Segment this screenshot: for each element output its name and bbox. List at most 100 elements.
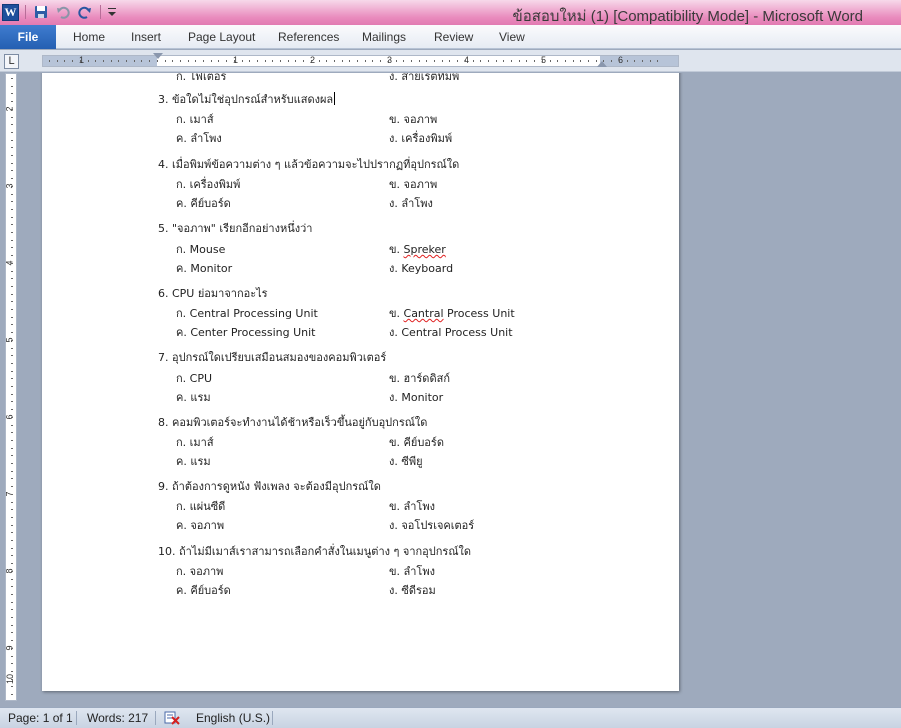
ruler-tick	[11, 663, 13, 665]
option-text: ง. ซีดีรอม	[389, 584, 436, 597]
ruler-tick	[11, 393, 13, 395]
ruler-tick	[11, 532, 13, 534]
tab-mailings[interactable]: Mailings	[362, 25, 406, 49]
ruler-tick	[11, 401, 13, 403]
ruler-tick	[441, 60, 443, 62]
tab-home[interactable]: Home	[73, 25, 105, 49]
ruler-tick	[11, 178, 13, 180]
ruler-tick	[418, 60, 420, 62]
ruler-tick	[403, 60, 405, 62]
status-bar: Page: 1 of 1 Words: 217 English (U.S.)	[0, 707, 901, 728]
ruler-tick	[11, 678, 13, 680]
option-text: ข. Spreker	[389, 243, 446, 256]
ruler-bar: L 1 1 2 3 4 5 6	[0, 50, 901, 72]
redo-icon[interactable]	[76, 3, 94, 21]
customize-qat-icon[interactable]	[107, 3, 117, 21]
vertical-ruler[interactable]: 2 3 4 5 6 7 8 9 10	[5, 73, 17, 701]
option-text: ก. Mouse	[176, 243, 226, 256]
proofing-errors-icon[interactable]	[163, 710, 181, 726]
ruler-tick	[11, 139, 13, 141]
ruler-tick	[79, 60, 81, 62]
ruler-tick	[11, 463, 13, 464]
tab-selector-button[interactable]: L	[4, 54, 19, 69]
text-cursor	[334, 92, 336, 105]
ruler-tick	[541, 60, 543, 62]
ruler-tick	[11, 478, 13, 480]
ruler-tick	[87, 60, 89, 62]
question-text: 7. อุปกรณ์ใดเปรียบเสมือนสมองของคอมพิวเตอ…	[158, 351, 387, 364]
ruler-tick	[11, 624, 13, 626]
ruler-tick	[141, 60, 143, 62]
tab-view[interactable]: View	[499, 25, 525, 49]
language-status[interactable]: English (U.S.)	[196, 711, 270, 725]
first-line-indent-marker[interactable]	[153, 53, 163, 59]
ruler-number: 6	[4, 414, 15, 420]
ruler-tick	[11, 386, 13, 387]
word-icon[interactable]: W	[2, 3, 19, 21]
ruler-tick	[626, 60, 628, 62]
ruler-tick	[11, 378, 13, 380]
ruler-tick	[326, 60, 328, 62]
option-text: ง. สายเรตทิมพ์	[389, 73, 460, 83]
document-page[interactable]: ก. ไฟเตอร ง. สายเรตทิมพ์ 3. ข้อใดไม่ใช่อ…	[42, 73, 679, 691]
ruler-number: 9	[4, 645, 15, 651]
option-text: ก. แผ่นซีดี	[176, 500, 226, 513]
ruler-tick	[11, 278, 13, 280]
ruler-tick	[179, 60, 181, 62]
ruler-tick	[11, 524, 13, 526]
question-text: 9. ถ้าต้องการดูหนัง ฟังเพลง จะต้องมีอุปก…	[158, 480, 381, 493]
tab-insert[interactable]: Insert	[131, 25, 161, 49]
ruler-tick	[303, 60, 305, 62]
ruler-tick	[95, 60, 97, 62]
ruler-tick	[11, 208, 13, 210]
ruler-tick	[11, 316, 13, 318]
spelling-error-word[interactable]: Spreker	[404, 243, 446, 256]
option-text: ข. Cantral Process Unit	[389, 307, 515, 320]
ruler-tick	[11, 201, 13, 203]
ruler-tick	[11, 617, 13, 618]
page-count-status[interactable]: Page: 1 of 1	[8, 711, 73, 725]
ruler-tick	[11, 309, 13, 310]
ruler-tick	[256, 60, 258, 62]
ruler-tick	[595, 60, 597, 62]
ruler-tick	[249, 60, 251, 62]
ruler-tick	[11, 216, 13, 218]
ruler-tick	[210, 60, 212, 62]
status-separator	[76, 711, 77, 725]
tab-page-layout[interactable]: Page Layout	[188, 25, 255, 49]
word-count-status[interactable]: Words: 217	[87, 711, 148, 725]
ruler-tick	[11, 593, 13, 595]
ruler-tick	[318, 60, 320, 62]
option-text: ค. Center Processing Unit	[176, 326, 316, 339]
tab-review[interactable]: Review	[434, 25, 473, 49]
ruler-tick	[133, 60, 135, 62]
option-text: ค. คีย์บอร์ด	[176, 197, 231, 210]
right-indent-marker[interactable]	[597, 61, 607, 67]
ruler-tick	[187, 60, 189, 62]
ruler-tick	[11, 547, 13, 549]
ruler-tick	[272, 60, 274, 62]
ruler-tick	[603, 60, 605, 62]
option-text: ข. คีย์บอร์ด	[389, 436, 444, 449]
option-text: ก. ไฟเตอร	[176, 73, 227, 83]
save-icon[interactable]	[32, 3, 50, 21]
ruler-tick	[11, 470, 13, 472]
option-text: ค. จอภาพ	[176, 519, 225, 532]
ruler-tick	[11, 586, 13, 588]
ruler-tick	[56, 60, 58, 62]
ruler-tick	[588, 60, 589, 62]
undo-icon[interactable]	[54, 3, 72, 21]
ruler-tick	[102, 60, 104, 62]
tab-references[interactable]: References	[278, 25, 339, 49]
horizontal-ruler[interactable]: 1 1 2 3 4 5 6	[42, 53, 679, 67]
ruler-tick	[487, 60, 489, 62]
ruler-tick	[11, 655, 13, 657]
ruler-tick	[149, 60, 151, 62]
ruler-number: 5	[4, 337, 15, 343]
ruler-tick	[11, 609, 13, 611]
ruler-tick	[557, 60, 559, 62]
ruler-tick	[11, 85, 13, 87]
spelling-error-word[interactable]: Cantral	[404, 307, 444, 320]
file-tab[interactable]: File	[0, 25, 56, 49]
question-text: 10. ถ้าไม่มีเมาส์เราสามารถเลือกคำสั่งในเ…	[158, 545, 472, 558]
